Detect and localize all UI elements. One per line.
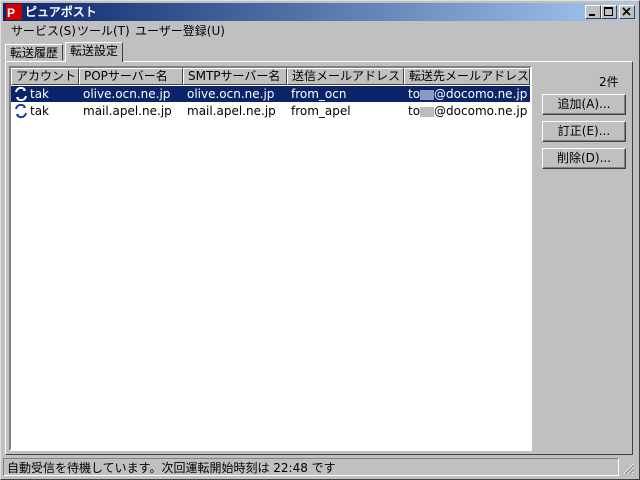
redacted-mask (420, 106, 435, 117)
cell-pop-server: olive.ocn.ne.jp (83, 87, 171, 101)
cell-smtp-server: mail.apel.ne.jp (187, 104, 276, 118)
cell-smtp-server: olive.ocn.ne.jp (187, 87, 275, 101)
minimize-button[interactable] (585, 5, 601, 19)
edit-button[interactable]: 訂正(E)... (542, 121, 626, 142)
tab-transfer-history[interactable]: 転送履歴 (5, 44, 64, 61)
column-header-pop-server[interactable]: POPサーバー名 (79, 68, 183, 85)
maximize-button[interactable] (601, 5, 617, 19)
window-title: ピュアポスト (25, 5, 97, 19)
minimize-icon (589, 14, 595, 16)
account-icon (15, 104, 27, 118)
redacted-mask (420, 89, 435, 100)
list-header: アカウント POPサーバー名 SMTPサーバー名 送信メールアドレス 転送先メー… (11, 68, 530, 85)
menu-tools[interactable]: ツール(T) (77, 24, 130, 39)
account-list[interactable]: アカウント POPサーバー名 SMTPサーバー名 送信メールアドレス 転送先メー… (9, 66, 532, 451)
resize-grip-icon[interactable] (621, 461, 635, 475)
menu-user-registration[interactable]: ユーザー登録(U) (135, 24, 225, 39)
close-icon (622, 7, 631, 16)
cell-destination-address: to @docomo.ne.jp (408, 104, 528, 118)
add-button[interactable]: 追加(A)... (542, 94, 626, 115)
table-row[interactable]: tak mail.apel.ne.jp mail.apel.ne.jp from… (11, 103, 530, 119)
app-window: P ピュアポスト サービス(S) ツール(T) ユーザー登録(U) 転送履歴 転… (0, 0, 640, 480)
column-header-sender-address[interactable]: 送信メールアドレス (287, 68, 404, 85)
cell-pop-server: mail.apel.ne.jp (83, 104, 172, 118)
close-button[interactable] (619, 5, 635, 19)
status-text: 自動受信を待機しています。次回運転開始時刻は 22:48 です (3, 458, 619, 476)
account-icon (15, 87, 27, 101)
svg-text:P: P (7, 6, 15, 20)
cell-destination-address: to @docomo.ne.jp (408, 87, 528, 101)
title-bar: P ピュアポスト (3, 3, 637, 21)
tab-transfer-settings[interactable]: 転送設定 (65, 42, 124, 62)
cell-account: tak (30, 87, 50, 101)
cell-sender-address: from_apel (291, 104, 351, 118)
column-header-account[interactable]: アカウント (11, 68, 79, 85)
cell-account: tak (30, 104, 50, 118)
menu-service[interactable]: サービス(S) (11, 24, 76, 39)
column-header-destination-address[interactable]: 転送先メールアドレス (404, 68, 530, 85)
status-bar: 自動受信を待機しています。次回運転開始時刻は 22:48 です (3, 458, 637, 477)
maximize-icon (604, 7, 613, 16)
table-row[interactable]: tak olive.ocn.ne.jp olive.ocn.ne.jp from… (11, 86, 530, 102)
cell-sender-address: from_ocn (291, 87, 347, 101)
column-header-smtp-server[interactable]: SMTPサーバー名 (183, 68, 287, 85)
account-count: 2件 (599, 75, 619, 89)
app-logo-icon: P (6, 4, 22, 20)
delete-button[interactable]: 削除(D)... (542, 148, 626, 169)
menu-bar: サービス(S) ツール(T) ユーザー登録(U) (3, 22, 637, 41)
